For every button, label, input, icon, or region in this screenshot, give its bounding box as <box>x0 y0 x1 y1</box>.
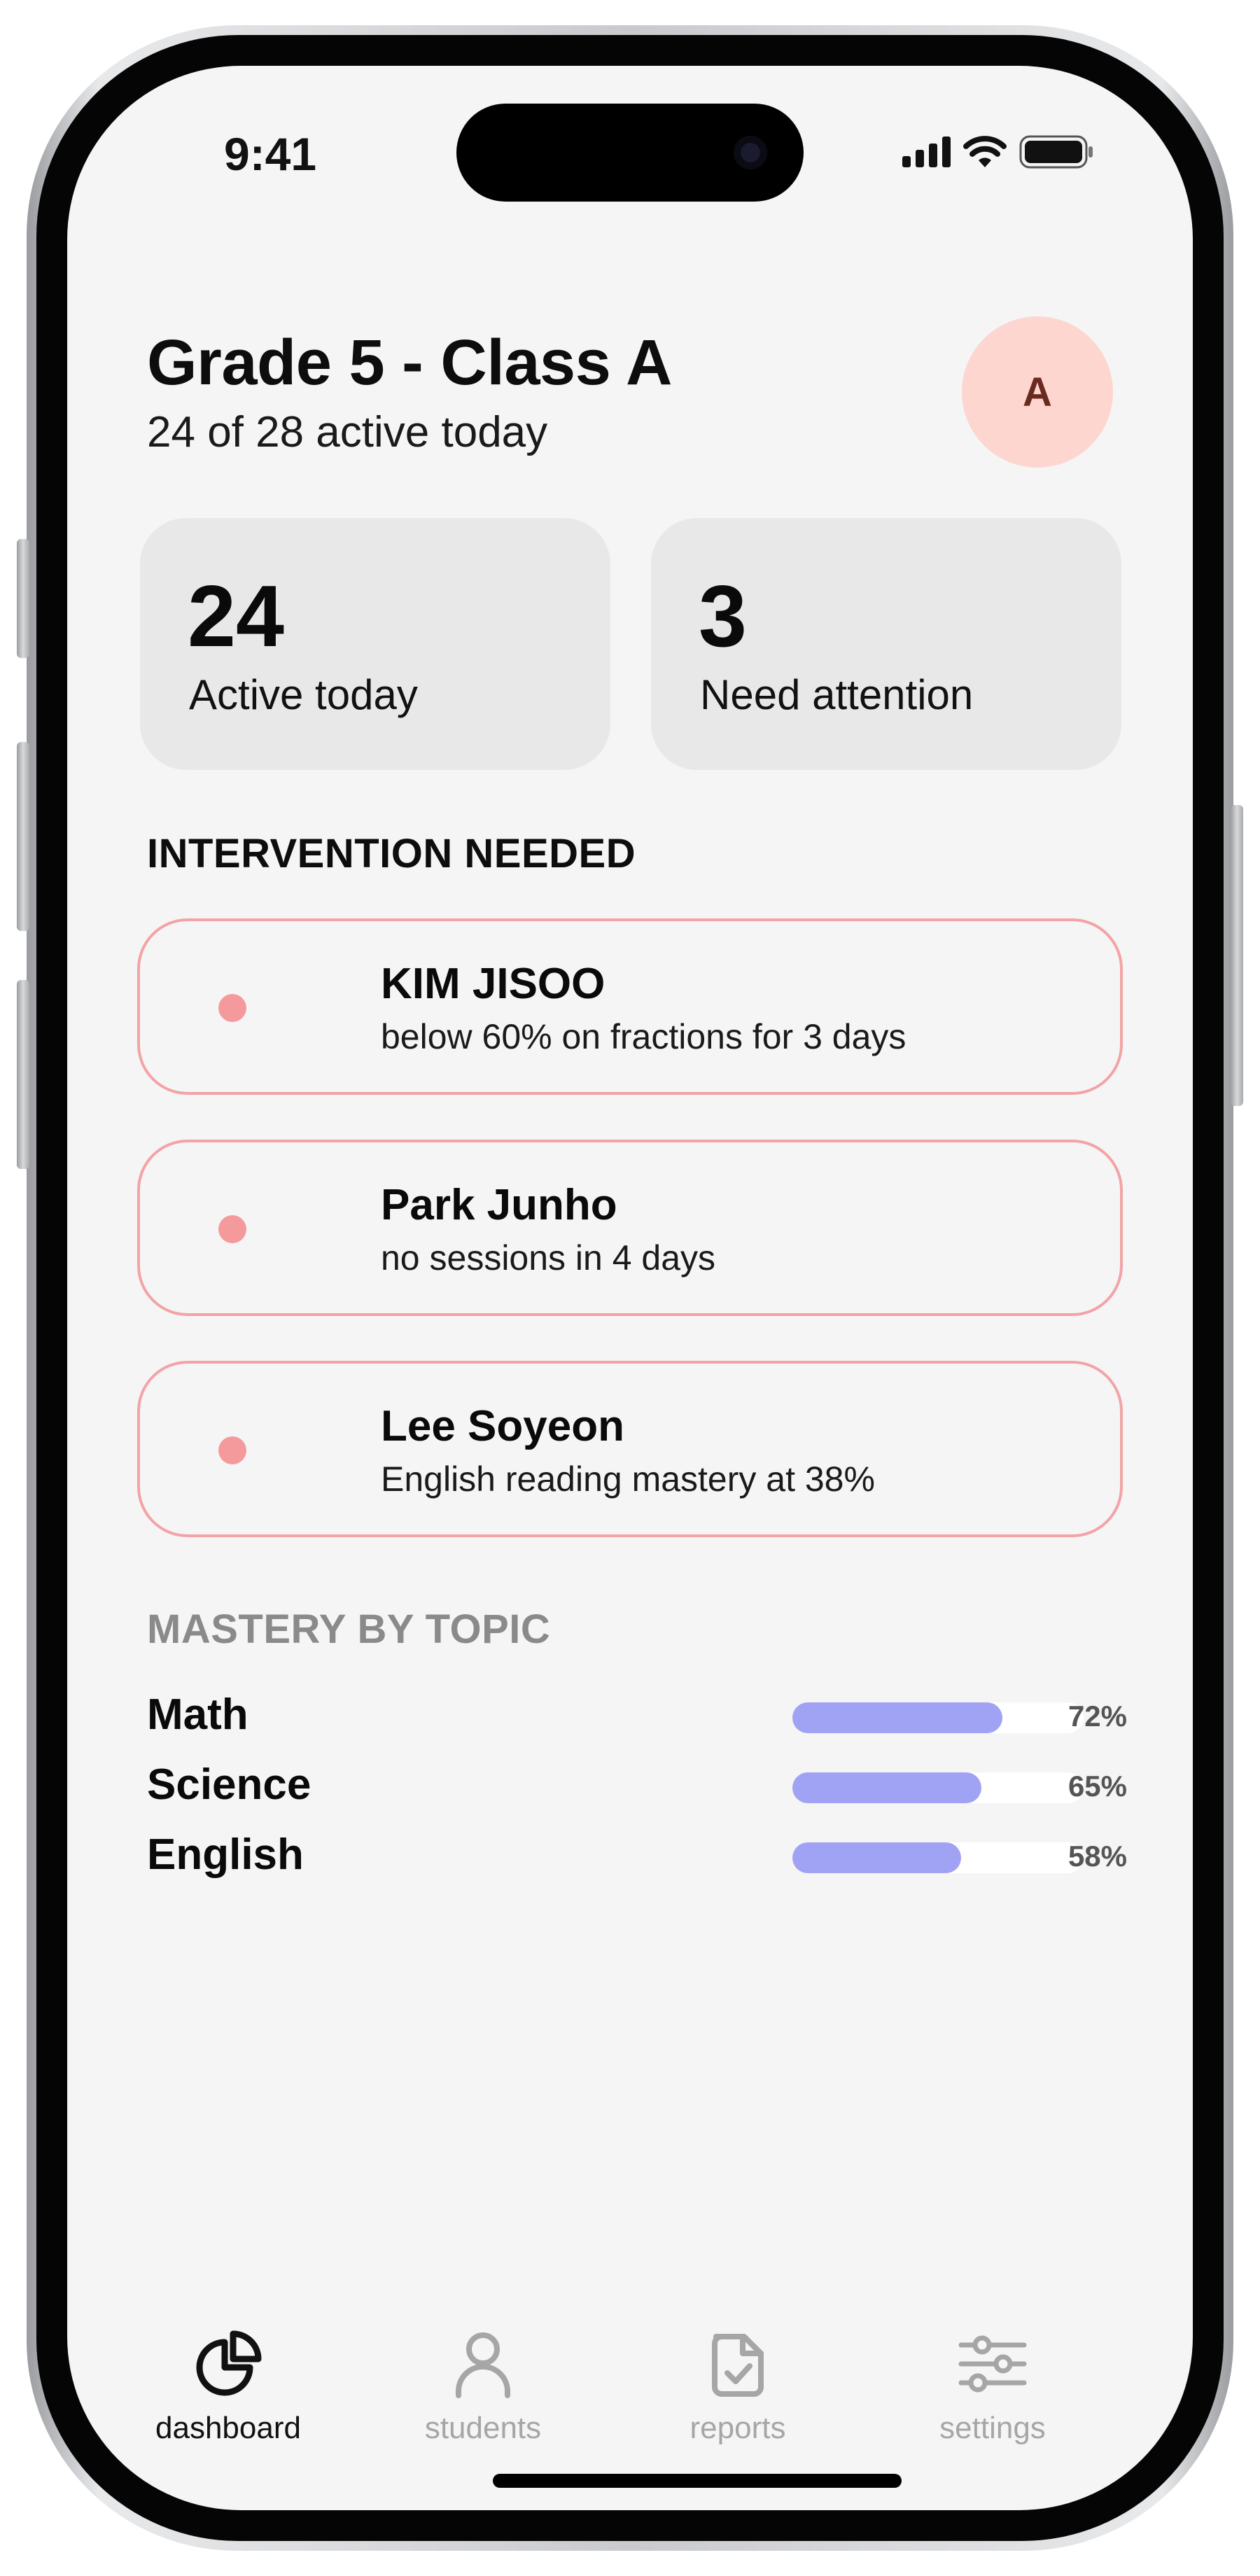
alert-dot-icon <box>218 1436 246 1464</box>
mastery-row[interactable]: Math 72% <box>147 1684 1127 1740</box>
stat-card-attention[interactable]: 3 Need attention <box>651 518 1121 770</box>
nav-dashboard[interactable]: dashboard <box>130 2325 326 2446</box>
student-name: Park Junho <box>381 1181 617 1229</box>
topic-name: Science <box>147 1760 312 1809</box>
mastery-percent: 72% <box>1068 1700 1127 1732</box>
stat-label: Active today <box>189 671 418 718</box>
alert-dot-icon <box>218 1215 246 1243</box>
mastery-bar-track <box>792 1702 1084 1733</box>
student-alert-detail: English reading mastery at 38% <box>381 1460 875 1499</box>
sliders-icon <box>958 2335 1027 2393</box>
stat-value: 24 <box>188 568 284 665</box>
nav-label: reports <box>690 2411 786 2445</box>
nav-reports[interactable]: reports <box>640 2325 836 2446</box>
alert-dot-icon <box>218 994 246 1022</box>
mastery-bar-fill <box>792 1772 982 1803</box>
topic-name: Math <box>147 1690 248 1739</box>
wifi-icon <box>963 136 1007 167</box>
mastery-percent: 58% <box>1068 1840 1127 1872</box>
nav-students[interactable]: students <box>385 2325 581 2446</box>
stat-card-active[interactable]: 24 Active today <box>140 518 610 770</box>
student-name: KIM JISOO <box>381 960 606 1008</box>
cellular-signal-icon <box>902 136 951 167</box>
mastery-row[interactable]: Science 65% <box>147 1754 1127 1810</box>
power-button <box>1231 805 1243 1106</box>
app-screen: 9:41 Grade 5 - Class A 24 of 28 active t… <box>67 66 1193 2510</box>
mastery-bar-fill <box>792 1842 962 1873</box>
topic-name: English <box>147 1830 304 1879</box>
stat-value: 3 <box>699 568 747 665</box>
intervention-heading: INTERVENTION NEEDED <box>147 831 636 876</box>
nav-label: dashboard <box>155 2411 301 2445</box>
mastery-heading: MASTERY BY TOPIC <box>147 1606 551 1652</box>
student-alert-card[interactable]: KIM JISOO below 60% on fractions for 3 d… <box>137 918 1123 1095</box>
mastery-bar-track <box>792 1772 1084 1803</box>
student-alert-card[interactable]: Park Junho no sessions in 4 days <box>137 1140 1123 1316</box>
pie-chart-icon <box>196 2330 262 2396</box>
nav-label: settings <box>939 2411 1046 2445</box>
battery-icon <box>1019 135 1093 169</box>
nav-label: students <box>424 2411 542 2445</box>
document-check-icon <box>712 2334 764 2397</box>
stat-label: Need attention <box>700 671 974 718</box>
mastery-percent: 65% <box>1068 1770 1127 1802</box>
student-name: Lee Soyeon <box>381 1402 624 1450</box>
front-camera <box>734 136 767 169</box>
mastery-bar-track <box>792 1842 1084 1873</box>
student-alert-card[interactable]: Lee Soyeon English reading mastery at 38… <box>137 1361 1123 1537</box>
student-alert-detail: no sessions in 4 days <box>381 1238 716 1278</box>
volume-down-button <box>17 980 29 1169</box>
student-alert-detail: below 60% on fractions for 3 days <box>381 1017 906 1056</box>
dynamic-island <box>456 104 804 202</box>
home-indicator[interactable] <box>493 2474 902 2488</box>
active-summary: 24 of 28 active today <box>147 408 548 456</box>
status-time: 9:41 <box>224 128 317 180</box>
page-title: Grade 5 - Class A <box>147 327 672 398</box>
avatar[interactable]: A <box>962 316 1113 468</box>
mastery-row[interactable]: English 58% <box>147 1824 1127 1880</box>
mastery-bar-fill <box>792 1702 1002 1733</box>
nav-settings[interactable]: settings <box>895 2325 1091 2446</box>
action-button <box>17 539 29 658</box>
status-icons <box>902 134 1095 169</box>
volume-up-button <box>17 742 29 931</box>
person-icon <box>456 2332 510 2398</box>
